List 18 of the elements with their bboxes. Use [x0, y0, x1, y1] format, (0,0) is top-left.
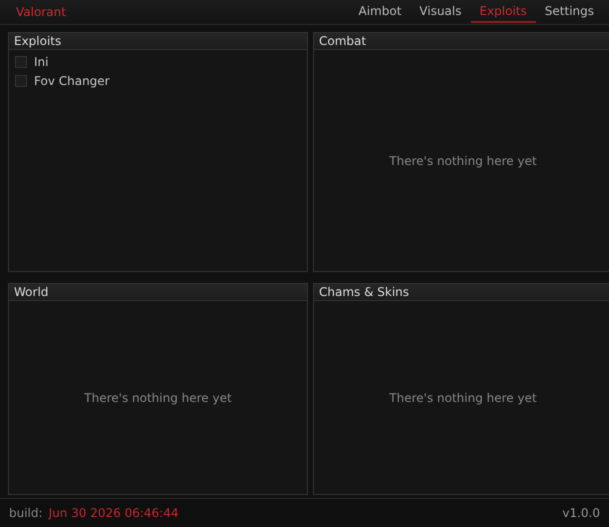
- empty-message: There's nothing here yet: [389, 154, 537, 168]
- checkbox-label: Ini: [34, 55, 48, 69]
- tab[interactable]: Visuals: [410, 2, 470, 22]
- empty-message: There's nothing here yet: [84, 390, 232, 404]
- version-text: v1.0.0: [562, 506, 600, 520]
- tab[interactable]: Aimbot: [350, 2, 410, 22]
- checkbox[interactable]: [15, 75, 27, 87]
- panel-title: Combat: [314, 33, 609, 50]
- tab[interactable]: Settings: [536, 2, 603, 22]
- build-label: build:: [9, 506, 43, 520]
- checkbox-label: Fov Changer: [34, 74, 110, 88]
- panel-title: Exploits: [9, 33, 307, 50]
- app-title: Valorant: [16, 5, 66, 19]
- checkbox[interactable]: [15, 56, 27, 68]
- empty-message: There's nothing here yet: [389, 390, 537, 404]
- panel-title: World: [9, 284, 307, 301]
- build-date: Jun 30 2026 06:46:44: [48, 506, 178, 520]
- panel-title: Chams & Skins: [314, 284, 609, 301]
